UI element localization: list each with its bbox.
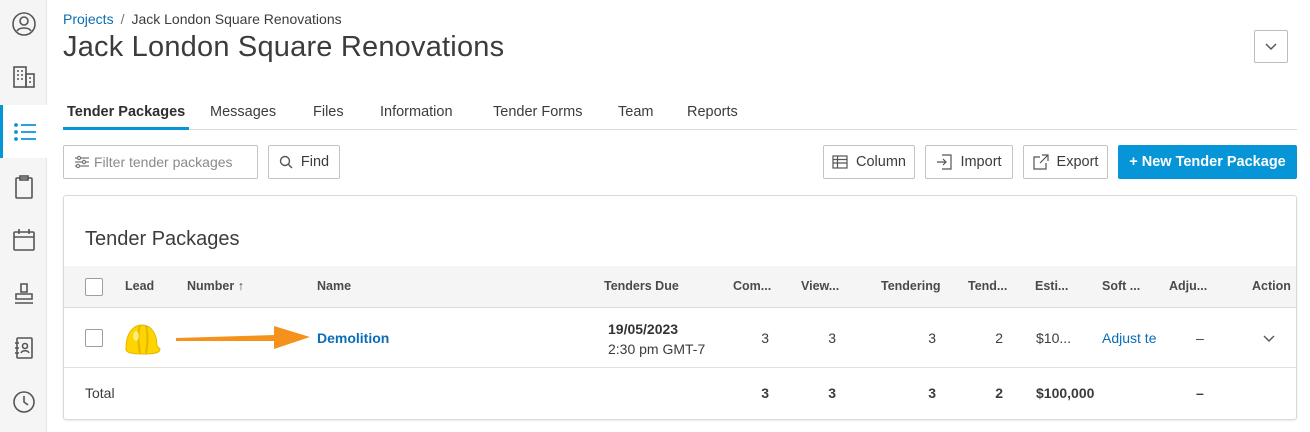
export-button[interactable]: Export: [1023, 145, 1108, 179]
stamp-icon[interactable]: [0, 267, 47, 320]
header-name[interactable]: Name: [317, 279, 351, 293]
import-button-label: Import: [960, 154, 1002, 170]
table-header: Lead Number ↑ Name Tenders Due Com... Vi…: [64, 266, 1296, 308]
search-icon: [279, 155, 293, 169]
hard-hat-icon: [125, 324, 161, 355]
calendar-icon[interactable]: [0, 213, 47, 266]
tab-team[interactable]: Team: [618, 104, 653, 130]
header-number[interactable]: Number ↑: [187, 279, 244, 293]
table-columns-icon: [832, 155, 848, 169]
header-action: Action: [1252, 279, 1291, 293]
chevron-down-icon: [1265, 42, 1277, 50]
tab-information[interactable]: Information: [380, 104, 453, 130]
list-icon[interactable]: [0, 105, 47, 158]
building-icon[interactable]: [0, 50, 47, 103]
import-button[interactable]: Import: [925, 145, 1013, 179]
table-row[interactable]: Demolition 19/05/2023 2:30 pm GMT-7 3 3 …: [64, 308, 1296, 368]
total-estimate: $100,000: [1036, 385, 1094, 401]
total-tendered: 2: [995, 385, 1003, 401]
column-button-label: Column: [856, 154, 906, 170]
import-icon: [937, 154, 953, 170]
new-tender-package-button[interactable]: + New Tender Package: [1118, 145, 1297, 179]
tendered-count: 2: [995, 330, 1003, 346]
filter-sliders-icon: [75, 155, 89, 169]
header-lead[interactable]: Lead: [125, 279, 154, 293]
header-viewed[interactable]: View...: [801, 279, 839, 293]
tab-tender-forms[interactable]: Tender Forms: [493, 104, 582, 130]
tab-reports[interactable]: Reports: [687, 104, 738, 130]
viewed-count: 3: [828, 330, 836, 346]
total-adjusted: –: [1196, 385, 1204, 401]
column-button[interactable]: Column: [823, 145, 915, 179]
filter-input[interactable]: [94, 154, 254, 170]
header-soft[interactable]: Soft ...: [1102, 279, 1140, 293]
totals-row: Total 3 3 3 2 $100,000 –: [64, 368, 1296, 418]
header-tenders-due[interactable]: Tenders Due: [604, 279, 679, 293]
export-icon: [1032, 154, 1049, 170]
total-viewed: 3: [828, 385, 836, 401]
pointer-arrow-icon: [176, 326, 310, 349]
tenders-due-time: 2:30 pm GMT-7: [608, 341, 706, 357]
total-label: Total: [85, 385, 115, 401]
breadcrumb: Projects / Jack London Square Renovations: [63, 11, 342, 27]
header-tendering[interactable]: Tendering: [881, 279, 941, 293]
clock-icon[interactable]: [0, 375, 47, 428]
breadcrumb-current: Jack London Square Renovations: [131, 11, 342, 27]
tendering-count: 3: [928, 330, 936, 346]
find-button-label: Find: [300, 154, 330, 170]
find-button[interactable]: Find: [268, 145, 340, 179]
project-dropdown-button[interactable]: [1254, 30, 1288, 63]
tenders-due-date: 19/05/2023: [608, 321, 679, 337]
select-all-checkbox[interactable]: [85, 278, 103, 296]
committed-count: 3: [761, 330, 769, 346]
header-estimate[interactable]: Esti...: [1035, 279, 1068, 293]
total-committed: 3: [761, 385, 769, 401]
package-name-link[interactable]: Demolition: [317, 330, 389, 346]
new-tender-package-label: + New Tender Package: [1129, 154, 1286, 170]
header-tendered[interactable]: Tend...: [968, 279, 1007, 293]
tab-tender-packages[interactable]: Tender Packages: [63, 104, 190, 130]
user-icon[interactable]: [0, 0, 47, 50]
header-committed[interactable]: Com...: [733, 279, 771, 293]
breadcrumb-separator: /: [120, 11, 125, 27]
row-checkbox[interactable]: [85, 329, 103, 347]
filter-field[interactable]: [63, 145, 258, 179]
tab-bar: Tender Packages Messages Files Informati…: [63, 96, 1297, 130]
row-action-chevron-icon[interactable]: [1263, 335, 1275, 343]
left-sidebar: [0, 0, 47, 432]
clipboard-icon[interactable]: [0, 160, 47, 213]
card-title: Tender Packages: [85, 228, 240, 250]
header-number-label: Number ↑: [187, 279, 244, 293]
total-tendering: 3: [928, 385, 936, 401]
adjusted-value: –: [1196, 330, 1204, 346]
tab-files[interactable]: Files: [313, 104, 344, 130]
page-title: Jack London Square Renovations: [63, 31, 505, 63]
adjust-tender-link[interactable]: Adjust te: [1102, 330, 1160, 346]
export-button-label: Export: [1056, 154, 1099, 170]
breadcrumb-projects-link[interactable]: Projects: [63, 11, 114, 27]
address-book-icon[interactable]: [0, 321, 47, 374]
tab-messages[interactable]: Messages: [210, 104, 276, 130]
tender-packages-card: Tender Packages Lead Number ↑ Name Tende…: [63, 195, 1297, 420]
header-adjusted[interactable]: Adju...: [1169, 279, 1207, 293]
estimate-value: $10...: [1036, 330, 1072, 346]
